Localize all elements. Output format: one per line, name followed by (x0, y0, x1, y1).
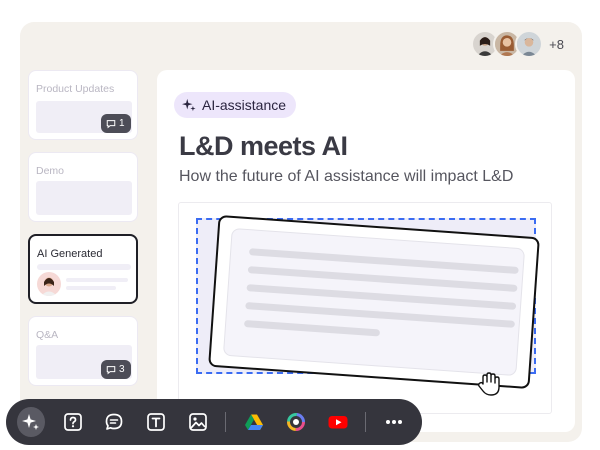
text-line-placeholder (243, 320, 381, 337)
grab-cursor-icon (477, 372, 500, 396)
youtube-button[interactable] (324, 407, 352, 437)
slide-heading[interactable]: L&D meets AI (179, 131, 348, 162)
color-ring-button[interactable] (282, 407, 310, 437)
sparkle-icon (182, 98, 196, 112)
slide-subtitle[interactable]: How the future of AI assistance will imp… (179, 168, 513, 186)
text-line-placeholder (66, 278, 128, 282)
slide-canvas[interactable]: AI-assistance L&D meets AI How the futur… (157, 70, 575, 432)
ai-assistance-label: AI-assistance (202, 97, 287, 113)
presentation-editor: +8 Product Updates 1 Demo AI Generated Q… (20, 22, 582, 442)
comment-count: 3 (119, 364, 125, 375)
ai-assist-button[interactable] (17, 407, 45, 437)
slide-title: Demo (36, 165, 65, 177)
color-ring-icon (286, 413, 305, 431)
more-options-button[interactable] (380, 407, 408, 437)
google-drive-button[interactable] (240, 407, 268, 437)
image-button[interactable] (184, 407, 212, 437)
slide-thumbnail[interactable]: Q&A 3 (28, 316, 138, 386)
slide-content-placeholder (37, 264, 131, 270)
text-icon (147, 413, 165, 431)
more-collaborators-count[interactable]: +8 (549, 37, 564, 52)
image-icon (188, 413, 207, 431)
slide-title: Q&A (36, 329, 59, 341)
slide-thumbnail-active[interactable]: AI Generated (28, 234, 138, 304)
toolbar-divider (225, 412, 227, 432)
chat-icon (105, 413, 123, 430)
slide-list: Product Updates 1 Demo AI Generated Q&A (28, 70, 138, 398)
comment-badge[interactable]: 1 (101, 114, 131, 133)
comment-button[interactable] (100, 407, 128, 437)
google-drive-icon (245, 414, 264, 430)
text-button[interactable] (142, 407, 170, 437)
comment-icon (106, 365, 116, 374)
quiz-button[interactable] (59, 407, 87, 437)
question-icon (63, 413, 82, 431)
slide-title: Product Updates (36, 83, 115, 95)
dragged-text-block[interactable] (208, 214, 540, 390)
comment-icon (106, 119, 116, 128)
text-line-placeholder (66, 286, 116, 290)
slide-thumbnail[interactable]: Product Updates 1 (28, 70, 138, 140)
text-block-body (222, 227, 526, 377)
sparkle-icon (21, 414, 39, 430)
slide-title: AI Generated (37, 248, 103, 260)
more-icon (386, 420, 403, 424)
toolbar-divider (365, 412, 367, 432)
avatar[interactable] (515, 30, 544, 58)
avatar (37, 272, 61, 296)
collaborator-avatars[interactable]: +8 (471, 30, 564, 58)
slide-content-placeholder (36, 181, 132, 215)
comment-count: 1 (119, 118, 125, 129)
youtube-icon (328, 416, 348, 429)
ai-assistance-tag[interactable]: AI-assistance (174, 92, 297, 118)
slide-thumbnail[interactable]: Demo (28, 152, 138, 222)
comment-badge[interactable]: 3 (101, 360, 131, 379)
bottom-toolbar (6, 399, 422, 445)
